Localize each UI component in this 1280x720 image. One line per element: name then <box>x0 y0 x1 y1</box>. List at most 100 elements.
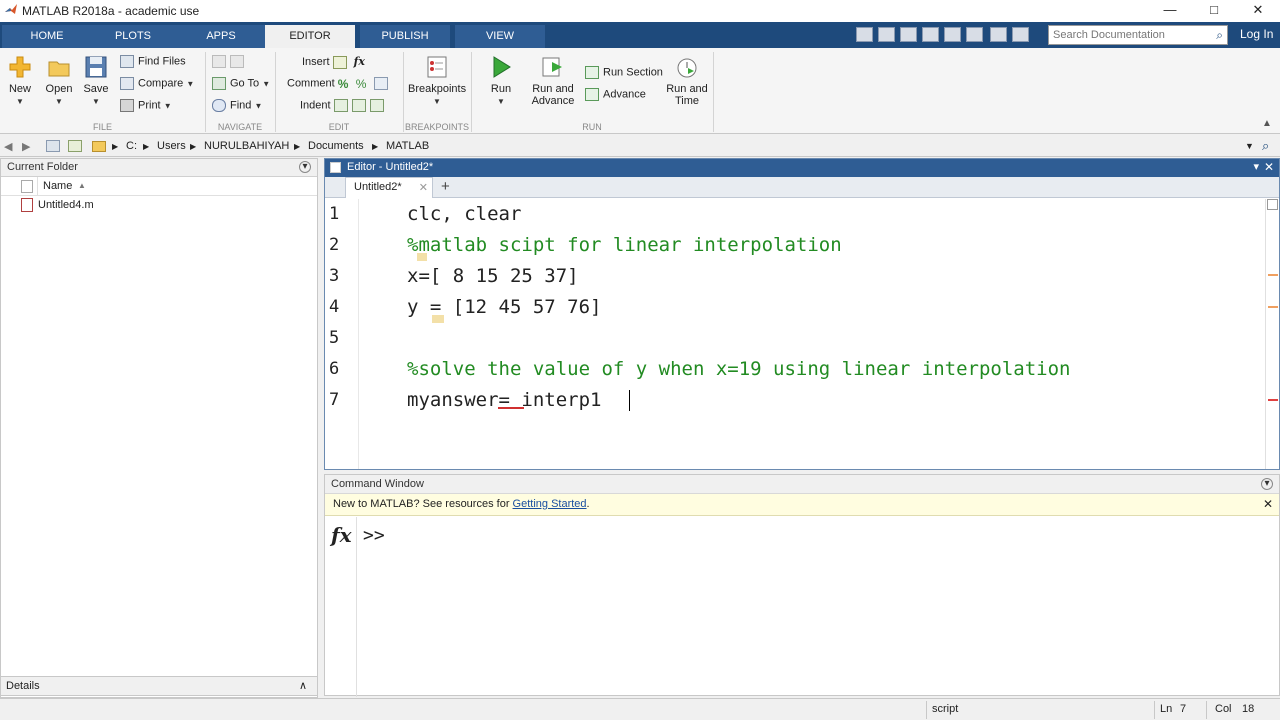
smart-indent-icon <box>333 99 348 112</box>
code-line[interactable]: 3 x=[ 8 15 25 37] <box>325 261 1265 292</box>
quick-copy-icon[interactable] <box>900 27 917 42</box>
close-tab-icon[interactable]: ✕ <box>419 181 428 194</box>
run-section-button[interactable]: Run Section <box>585 66 663 79</box>
editor-tab-strip: Untitled2* ✕ + <box>325 177 1279 198</box>
compare-button[interactable]: Compare ▼ <box>120 77 194 90</box>
up-folder-icon[interactable] <box>46 140 60 152</box>
code-line[interactable]: 2 %matlab scipt for linear interpolation <box>325 230 1265 261</box>
status-bar: script Ln 7 Col 18 <box>0 698 1280 720</box>
code-line[interactable]: 7 myanswer= interp1 <box>325 385 1265 416</box>
command-actions-icon[interactable]: ▾ <box>1261 478 1273 490</box>
redo-icon[interactable] <box>966 27 983 42</box>
new-plus-icon <box>9 56 31 78</box>
analyzer-status-icon[interactable] <box>1267 199 1278 210</box>
find-button[interactable]: Find ▼ <box>212 99 262 112</box>
text-cursor <box>629 390 630 411</box>
run-button[interactable]: Run ▼ <box>484 54 518 107</box>
command-window-title: Command Window <box>331 478 424 490</box>
print-button[interactable]: Print ▼ <box>120 99 172 112</box>
maximize-button[interactable]: □ <box>1192 0 1236 22</box>
code-line[interactable]: 1 clc, clear <box>325 199 1265 230</box>
breakpoints-label: Breakpoints <box>408 83 467 95</box>
collapse-toolstrip-icon[interactable]: ▲ <box>1262 118 1272 129</box>
file-name: Untitled4.m <box>38 199 94 211</box>
indent-button[interactable]: Indent <box>300 99 388 112</box>
status-divider <box>926 701 927 719</box>
back-nav-icon[interactable]: ◀ <box>4 140 12 153</box>
path-segment[interactable]: Users <box>157 140 186 152</box>
path-segment[interactable]: C: <box>126 140 137 152</box>
forward-nav-icon[interactable]: ▶ <box>22 140 30 153</box>
save-button[interactable]: Save ▼ <box>80 54 112 107</box>
path-segment[interactable]: MATLAB <box>386 140 429 152</box>
log-in-button[interactable]: Log In <box>1240 27 1273 41</box>
details-panel[interactable]: Details ∧ <box>0 676 318 696</box>
error-marker[interactable] <box>1268 399 1278 401</box>
run-and-advance-button[interactable]: Run and Advance <box>528 54 578 107</box>
editor-scrollbar[interactable] <box>1265 199 1279 469</box>
notice-text: New to MATLAB? See resources for <box>333 498 513 510</box>
column-label: Col <box>1215 703 1232 715</box>
browse-folder-icon[interactable] <box>68 140 82 152</box>
code-text: myanswer= interp1 <box>407 389 602 411</box>
close-notice-icon[interactable]: ✕ <box>1263 497 1273 511</box>
run-section-icon <box>585 66 599 79</box>
address-dropdown-icon[interactable]: ▼ <box>1245 141 1254 151</box>
code-line[interactable]: 5 <box>325 323 1265 354</box>
editor-actions-icon[interactable]: ▾ <box>1253 160 1259 173</box>
editor-close-icon[interactable]: ✕ <box>1264 160 1274 174</box>
advance-label: Advance <box>603 88 646 101</box>
help-icon[interactable] <box>1012 27 1029 42</box>
function-browser-icon[interactable]: fx <box>331 523 352 547</box>
insert-button[interactable]: Insert fx <box>302 55 365 69</box>
getting-started-link[interactable]: Getting Started <box>513 498 587 510</box>
tab-plots[interactable]: PLOTS <box>88 25 178 48</box>
increase-indent-icon <box>351 99 366 112</box>
quick-cut-icon[interactable] <box>878 27 895 42</box>
undo-icon[interactable] <box>944 27 961 42</box>
edit-group-label: EDIT <box>328 122 350 132</box>
code-line[interactable]: 6 %solve the value of y when x=19 using l… <box>325 354 1265 385</box>
run-and-time-button[interactable]: Run and Time <box>664 54 710 107</box>
quick-save-icon[interactable] <box>856 27 873 42</box>
panel-actions-icon[interactable]: ▾ <box>299 161 311 173</box>
expand-details-icon[interactable]: ∧ <box>299 679 307 692</box>
name-column-header[interactable]: Name ▲ <box>1 177 317 196</box>
tab-view[interactable]: VIEW <box>455 25 545 48</box>
warning-marker[interactable] <box>1268 306 1278 308</box>
new-button[interactable]: New ▼ <box>4 54 36 107</box>
code-line[interactable]: 4y = [12 45 57 76] <box>325 292 1265 323</box>
search-folder-icon[interactable]: ⌕ <box>1262 138 1269 154</box>
search-documentation-input[interactable]: Search Documentation ⌕ <box>1048 25 1228 45</box>
path-segment[interactable]: Documents <box>308 140 364 152</box>
switch-windows-icon[interactable] <box>990 27 1007 42</box>
tab-home[interactable]: HOME <box>2 25 92 48</box>
tab-apps[interactable]: APPS <box>176 25 266 48</box>
path-segment[interactable]: NURULBAHIYAH <box>204 140 289 152</box>
back-forward-icons[interactable] <box>212 55 248 68</box>
notice-period: . <box>586 498 590 510</box>
quick-paste-icon[interactable] <box>922 27 939 42</box>
back-arrow-icon <box>212 55 226 68</box>
tab-publish[interactable]: PUBLISH <box>360 25 450 48</box>
go-to-button[interactable]: Go To ▼ <box>212 77 270 90</box>
breakpoints-button[interactable]: Breakpoints ▼ <box>408 54 466 107</box>
code-area[interactable]: 1 clc, clear 2 %matlab scipt for linear in… <box>325 199 1265 469</box>
insert-function-icon[interactable]: fx <box>354 55 365 68</box>
tab-editor[interactable]: EDITOR <box>265 25 355 48</box>
command-window-panel: Command Window ▾ New to MATLAB? See reso… <box>324 474 1280 697</box>
tab-untitled2[interactable]: Untitled2* ✕ <box>345 177 433 198</box>
run-play-icon <box>493 56 511 78</box>
comment-button[interactable]: Comment %% <box>287 77 392 91</box>
minimize-button[interactable]: — <box>1148 0 1192 22</box>
find-files-button[interactable]: Find Files <box>120 55 186 68</box>
advance-button[interactable]: Advance <box>585 88 646 101</box>
close-window-button[interactable]: ✕ <box>1236 0 1280 22</box>
m-file-icon <box>21 198 33 212</box>
run-and-time-icon <box>677 58 697 78</box>
warning-marker[interactable] <box>1268 274 1278 276</box>
open-button[interactable]: Open ▼ <box>42 54 76 107</box>
list-item[interactable]: Untitled4.m <box>1 196 317 215</box>
new-tab-plus-icon[interactable]: + <box>441 178 450 195</box>
command-prompt-area[interactable]: fx >> <box>325 517 1280 697</box>
